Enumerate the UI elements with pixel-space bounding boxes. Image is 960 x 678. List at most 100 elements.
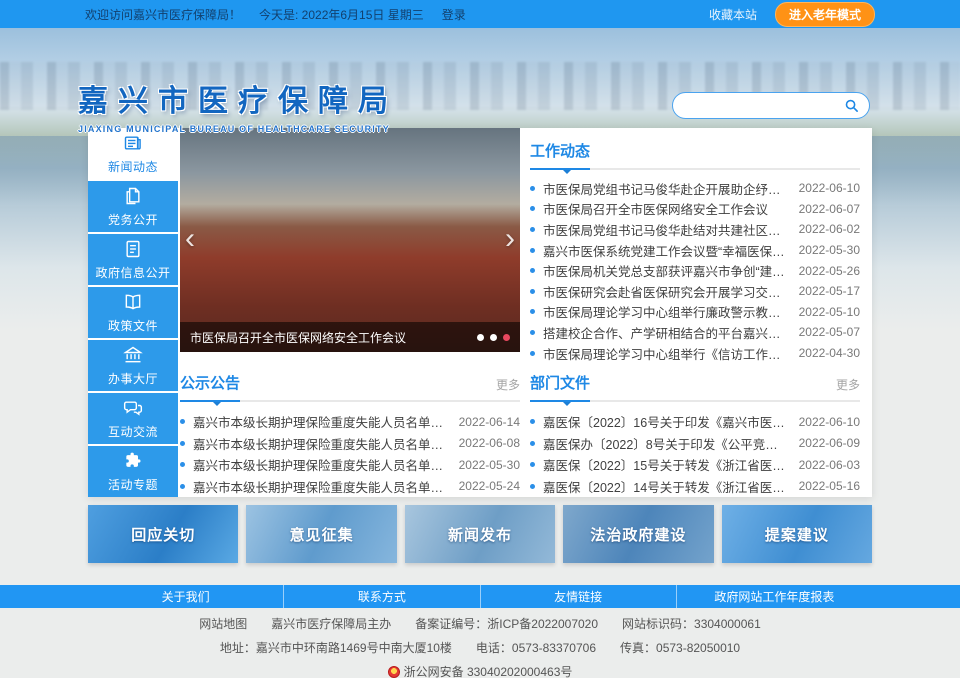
top-bar: 欢迎访问嘉兴市医疗保障局！ 今天是: 2022年6月15日 星期三 登录 收藏本…: [0, 0, 960, 28]
carousel-caption-bar: 市医保局召开全市医保网络安全工作会议: [180, 322, 520, 352]
sidebar-item-label: 新闻动态: [108, 158, 158, 175]
carousel-dots: [477, 334, 510, 341]
news-date: 2022-05-26: [799, 264, 860, 278]
carousel-dot-active[interactable]: [503, 334, 510, 341]
more-link[interactable]: 更多: [496, 376, 520, 400]
sidebar-item-special-topics[interactable]: 活动专题: [88, 446, 178, 497]
news-title: 搭建校企合作、产学研相结合的平台嘉兴市长期护理…: [543, 323, 789, 342]
list-item[interactable]: 嘉兴市医保系统党建工作会议暨“幸福医保”党建联… 2022-05-30: [530, 240, 860, 261]
bullet-icon: [530, 186, 535, 191]
work-news-list: 市医保局党组书记马俊华赴企开展助企纾困活动2022-06-10 市医保局召开全市…: [530, 178, 860, 363]
news-title: 嘉医保〔2022〕16号关于印发《嘉兴市医疗保…: [543, 412, 789, 431]
carousel-dot[interactable]: [477, 334, 484, 341]
list-item[interactable]: 市医保研究会赴省医保研究会开展学习交流活动2022-05-17: [530, 281, 860, 302]
list-item[interactable]: 嘉医保〔2022〕15号关于转发《浙江省医疗保…2022-06-03: [530, 454, 860, 476]
tel-text: 电话：0573-83370706: [476, 641, 596, 655]
banner-respond-concerns[interactable]: 回应关切: [88, 505, 238, 563]
list-item[interactable]: 市医保局机关党总支部获评嘉兴市争创“建设清廉机…2022-05-26: [530, 260, 860, 281]
carousel-prev-icon[interactable]: ‹: [185, 224, 195, 254]
favorite-link[interactable]: 收藏本站: [709, 6, 757, 23]
banner-opinion-collection[interactable]: 意见征集: [246, 505, 396, 563]
news-date: 2022-05-30: [799, 243, 860, 257]
news-title: 嘉兴市本级长期护理保险重度失能人员名单公示（2…: [193, 477, 449, 496]
elder-mode-button[interactable]: 进入老年模式: [775, 2, 875, 27]
sidebar-item-label: 政策文件: [108, 317, 158, 334]
list-item[interactable]: 市医保局党组书记马俊华赴结对共建社区指导全国文… 2022-06-02: [530, 219, 860, 240]
bullet-icon: [530, 309, 535, 314]
sidebar-item-party-affairs[interactable]: 党务公开: [88, 181, 178, 232]
banner-rule-of-law[interactable]: 法治政府建设: [563, 505, 713, 563]
document-lines-icon: [123, 239, 143, 259]
more-link[interactable]: 更多: [836, 376, 860, 400]
bullet-icon: [180, 441, 185, 446]
search-icon[interactable]: [844, 98, 859, 113]
list-item[interactable]: 市医保局召开全市医保网络安全工作会议2022-06-07: [530, 199, 860, 220]
list-item[interactable]: 搭建校企合作、产学研相结合的平台嘉兴市长期护理…2022-05-07: [530, 322, 860, 343]
police-record[interactable]: 浙公网安备 33040202000463号: [404, 665, 573, 678]
banner-proposals[interactable]: 提案建议: [722, 505, 872, 563]
section-title: 部门文件: [530, 372, 590, 400]
news-title: 市医保局理论学习中心组举行《信访工作条例》专题…: [543, 344, 789, 363]
news-date: 2022-06-08: [459, 436, 520, 450]
banner-shortcuts: 回应关切 意见征集 新闻发布 法治政府建设 提案建议: [88, 505, 872, 563]
sidebar-item-label: 党务公开: [108, 211, 158, 228]
news-title: 市医保局理论学习中心组举行廉政警示教育专题学习…: [543, 302, 789, 321]
news-date: 2022-05-17: [799, 284, 860, 298]
notices-list: 嘉兴市本级长期护理保险重度失能人员名单公示（2…2022-06-14 嘉兴市本级…: [180, 411, 520, 497]
sidebar-item-news[interactable]: 新闻动态: [88, 128, 178, 179]
news-date: 2022-05-16: [799, 479, 860, 493]
carousel-dot[interactable]: [490, 334, 497, 341]
search-box: [672, 92, 870, 119]
section-work-news: 工作动态 市医保局党组书记马俊华赴企开展助企纾困活动2022-06-10 市医保…: [530, 140, 860, 363]
sidebar-item-label: 互动交流: [108, 423, 158, 440]
news-title: 嘉兴市本级长期护理保险重度失能人员名单公示（2…: [193, 412, 449, 431]
puzzle-icon: [123, 451, 143, 471]
news-title: 嘉医保〔2022〕15号关于转发《浙江省医疗保…: [543, 455, 789, 474]
news-title: 市医保局党组书记马俊华赴结对共建社区指导全国文…: [543, 220, 789, 239]
list-item[interactable]: 嘉兴市本级长期护理保险重度失能人员名单公示（2…2022-06-14: [180, 411, 520, 433]
sidebar-item-gov-info[interactable]: 政府信息公开: [88, 234, 178, 285]
news-title: 嘉医保办〔2022〕8号关于印发《公平竞争审查…: [543, 434, 789, 453]
banner-press-release[interactable]: 新闻发布: [405, 505, 555, 563]
bullet-icon: [530, 248, 535, 253]
book-icon: [123, 292, 143, 312]
sidebar-item-policy-docs[interactable]: 政策文件: [88, 287, 178, 338]
list-item[interactable]: 嘉兴市本级长期护理保险重度失能人员名单公示（2…2022-06-08: [180, 433, 520, 455]
news-date: 2022-05-10: [799, 305, 860, 319]
footer-nav-links[interactable]: 友情链接: [481, 585, 677, 608]
news-title: 嘉兴市本级长期护理保险重度失能人员名单公示（2…: [193, 455, 449, 474]
sidebar-item-interaction[interactable]: 互动交流: [88, 393, 178, 444]
sidebar-item-label: 政府信息公开: [95, 264, 170, 281]
list-item[interactable]: 嘉兴市本级长期护理保险重度失能人员名单公示（2…2022-05-24: [180, 476, 520, 498]
bullet-icon: [530, 289, 535, 294]
section-dept-docs: 部门文件 更多 嘉医保〔2022〕16号关于印发《嘉兴市医疗保…2022-06-…: [530, 372, 860, 497]
bullet-icon: [530, 484, 535, 489]
news-title: 嘉兴市医保系统党建工作会议暨“幸福医保”党建联…: [543, 241, 789, 260]
news-date: 2022-05-30: [459, 458, 520, 472]
list-item[interactable]: 嘉医保办〔2022〕8号关于印发《公平竞争审查…2022-06-09: [530, 433, 860, 455]
dept-docs-list: 嘉医保〔2022〕16号关于印发《嘉兴市医疗保…2022-06-10 嘉医保办〔…: [530, 411, 860, 497]
footer-nav-about[interactable]: 关于我们: [88, 585, 284, 608]
carousel-next-icon[interactable]: ›: [505, 224, 515, 254]
bullet-icon: [180, 484, 185, 489]
search-input[interactable]: [683, 99, 844, 113]
footer-nav-annual-report[interactable]: 政府网站工作年度报表: [677, 585, 872, 608]
sidebar-item-service-hall[interactable]: 办事大厅: [88, 340, 178, 391]
site-map-link[interactable]: 网站地图: [199, 617, 247, 631]
bullet-icon: [530, 441, 535, 446]
bullet-icon: [530, 227, 535, 232]
list-item[interactable]: 市医保局党组书记马俊华赴企开展助企纾困活动2022-06-10: [530, 178, 860, 199]
icp-number: 备案证编号：浙ICP备2022007020: [415, 617, 598, 631]
list-item[interactable]: 嘉兴市本级长期护理保险重度失能人员名单公示（2… 2022-05-30: [180, 454, 520, 476]
news-date: 2022-06-02: [799, 222, 860, 236]
list-item[interactable]: 市医保局理论学习中心组举行廉政警示教育专题学习… 2022-05-10: [530, 302, 860, 323]
news-date: 2022-06-10: [799, 181, 860, 195]
footer-nav-contact[interactable]: 联系方式: [284, 585, 480, 608]
bullet-icon: [180, 462, 185, 467]
list-item[interactable]: 嘉医保〔2022〕16号关于印发《嘉兴市医疗保…2022-06-10: [530, 411, 860, 433]
site-subtitle: JIAXING MUNICIPAL BUREAU OF HEALTHCARE S…: [78, 124, 398, 134]
login-link[interactable]: 登录: [442, 6, 466, 23]
list-item[interactable]: 市医保局理论学习中心组举行《信访工作条例》专题…2022-04-30: [530, 343, 860, 364]
list-item[interactable]: 嘉医保〔2022〕14号关于转发《浙江省医疗保…2022-05-16: [530, 476, 860, 498]
carousel-caption[interactable]: 市医保局召开全市医保网络安全工作会议: [190, 329, 469, 346]
